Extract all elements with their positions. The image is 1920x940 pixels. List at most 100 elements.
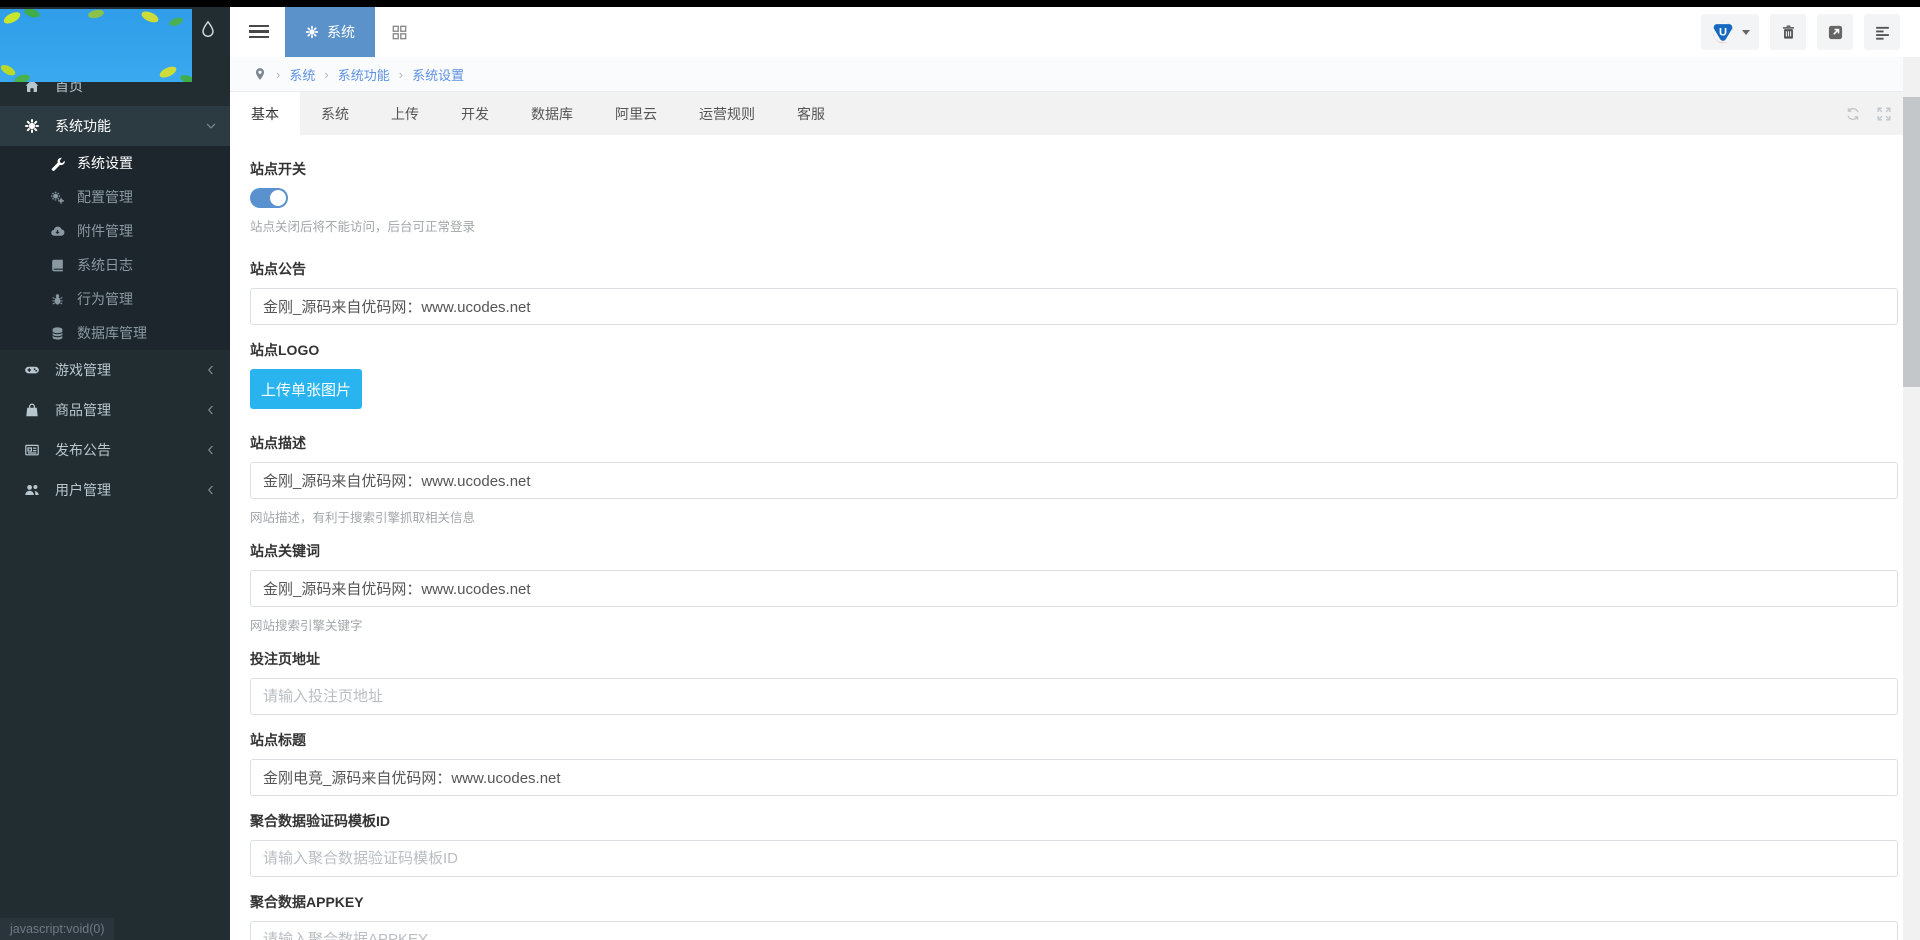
- field-label: 站点标题: [250, 732, 306, 748]
- field-label: 站点开关: [250, 161, 306, 177]
- field-label: 站点描述: [250, 435, 306, 451]
- field-label: 聚合数据APPKEY: [250, 894, 364, 910]
- site-logo-banner: [0, 9, 192, 82]
- refresh-icon[interactable]: [1845, 106, 1861, 122]
- tab-operation-rules[interactable]: 运营规则: [678, 92, 776, 136]
- field-juhe-appkey: 聚合数据APPKEY: [250, 892, 1898, 940]
- tab-system[interactable]: 系统: [300, 92, 370, 136]
- field-help: 网站搜索引擎关键字: [250, 619, 363, 633]
- open-window-button[interactable]: [1817, 14, 1853, 50]
- user-menu-button[interactable]: U: [1701, 14, 1759, 50]
- settings-form: 站点开关 站点关闭后将不能访问，后台可正常登录 站点公告 站点LOGO 上传单张…: [230, 135, 1903, 940]
- submenu-item-attachments[interactable]: 附件管理: [0, 214, 230, 248]
- submenu-item-system-settings[interactable]: 系统设置: [0, 146, 230, 180]
- submenu-item-database[interactable]: 数据库管理: [0, 316, 230, 350]
- topbar: 系统 U: [230, 7, 1920, 58]
- newspaper-icon: [24, 442, 40, 458]
- submenu-item-behavior[interactable]: 行为管理: [0, 282, 230, 316]
- toggle-knob: [270, 190, 286, 206]
- field-label: 站点关键词: [250, 543, 320, 559]
- breadcrumb-link-system-settings[interactable]: 系统设置: [412, 65, 464, 84]
- caret-down-icon: [1742, 29, 1750, 35]
- site-keywords-input[interactable]: [250, 570, 1898, 607]
- breadcrumb-separator: ›: [276, 66, 281, 82]
- breadcrumb: › 系统 › 系统功能 › 系统设置: [230, 57, 1920, 91]
- gear-icon: [24, 118, 40, 134]
- trash-icon: [1780, 24, 1797, 41]
- trash-button[interactable]: [1770, 14, 1806, 50]
- field-site-description: 站点描述 网站描述，有利于搜索引擎抓取相关信息: [250, 433, 1898, 526]
- vertical-scrollbar[interactable]: [1903, 57, 1920, 940]
- hamburger-icon[interactable]: [249, 22, 271, 41]
- sidebar-item-system-functions[interactable]: 系统功能: [0, 106, 230, 146]
- bet-page-url-input[interactable]: [250, 678, 1898, 715]
- sidebar-item-users[interactable]: 用户管理: [0, 470, 230, 510]
- site-switch-toggle[interactable]: [250, 188, 288, 208]
- breadcrumb-link-system-functions[interactable]: 系统功能: [338, 65, 390, 84]
- nav-list-icon: [1874, 24, 1891, 41]
- topbar-right-tools: U: [1701, 14, 1900, 50]
- sidebar: 首页 系统功能 系统设置 配置管理 附件管理 系统日志 行为管理 数据库管理 游…: [0, 7, 230, 940]
- shopping-bag-icon: [24, 402, 40, 418]
- submenu-item-config[interactable]: 配置管理: [0, 180, 230, 214]
- sidebar-item-products[interactable]: 商品管理: [0, 390, 230, 430]
- site-notice-input[interactable]: [250, 288, 1898, 325]
- field-label: 站点公告: [250, 261, 306, 277]
- chevron-left-icon: [204, 403, 218, 417]
- window-top-edge: [0, 0, 1920, 7]
- field-site-keywords: 站点关键词 网站搜索引擎关键字: [250, 541, 1898, 634]
- submenu-item-label: 系统设置: [77, 155, 133, 171]
- breadcrumb-separator: ›: [324, 66, 329, 82]
- submenu-item-label: 配置管理: [77, 189, 133, 205]
- tab-upload[interactable]: 上传: [370, 92, 440, 136]
- system-submenu: 系统设置 配置管理 附件管理 系统日志 行为管理 数据库管理: [0, 146, 230, 350]
- juhe-template-id-input[interactable]: [250, 840, 1898, 877]
- tab-tools: [1845, 106, 1892, 122]
- cogs-icon: [50, 190, 65, 205]
- sidebar-menu: 首页 系统功能 系统设置 配置管理 附件管理 系统日志 行为管理 数据库管理 游…: [0, 66, 230, 510]
- settings-tabs: 基本 系统 上传 开发 数据库 阿里云 运营规则 客服: [230, 91, 1920, 136]
- tab-database[interactable]: 数据库: [510, 92, 594, 136]
- nav-list-button[interactable]: [1864, 14, 1900, 50]
- tab-aliyun[interactable]: 阿里云: [594, 92, 678, 136]
- fullscreen-icon[interactable]: [1876, 106, 1892, 122]
- tab-basic[interactable]: 基本: [230, 92, 300, 136]
- tab-customer-service[interactable]: 客服: [776, 92, 846, 136]
- database-icon: [50, 326, 65, 341]
- topbar-tab-system[interactable]: 系统: [285, 7, 375, 57]
- submenu-item-label: 数据库管理: [77, 325, 147, 341]
- chevron-left-icon: [204, 443, 218, 457]
- field-site-logo: 站点LOGO 上传单张图片: [250, 340, 1898, 409]
- sidebar-header: [0, 7, 230, 82]
- upload-image-button[interactable]: 上传单张图片: [250, 369, 362, 409]
- sidebar-item-label: 用户管理: [55, 482, 111, 498]
- water-drop-icon[interactable]: [199, 20, 217, 38]
- juhe-appkey-input[interactable]: [250, 921, 1898, 940]
- book-icon: [50, 258, 65, 273]
- sidebar-item-label: 发布公告: [55, 442, 111, 458]
- field-help: 站点关闭后将不能访问，后台可正常登录: [250, 220, 476, 234]
- submenu-item-system-logs[interactable]: 系统日志: [0, 248, 230, 282]
- bug-icon: [50, 292, 65, 307]
- site-description-input[interactable]: [250, 462, 1898, 499]
- sidebar-item-games[interactable]: 游戏管理: [0, 350, 230, 390]
- sidebar-item-announcements[interactable]: 发布公告: [0, 430, 230, 470]
- breadcrumb-separator: ›: [398, 66, 404, 82]
- site-title-input[interactable]: [250, 759, 1898, 796]
- svg-text:U: U: [1719, 26, 1727, 38]
- field-site-notice: 站点公告: [250, 259, 1898, 325]
- user-logo: U: [1713, 21, 1733, 44]
- users-icon: [24, 482, 40, 498]
- topbar-tab-label: 系统: [327, 24, 355, 40]
- field-site-switch: 站点开关 站点关闭后将不能访问，后台可正常登录: [250, 159, 1898, 235]
- tab-develop[interactable]: 开发: [440, 92, 510, 136]
- field-label: 投注页地址: [250, 651, 320, 667]
- grid-icon[interactable]: [391, 24, 408, 41]
- scrollbar-thumb[interactable]: [1903, 97, 1920, 387]
- chevron-left-icon: [204, 483, 218, 497]
- sidebar-item-label: 系统功能: [55, 118, 111, 134]
- submenu-item-label: 系统日志: [77, 257, 133, 273]
- submenu-item-label: 附件管理: [77, 223, 133, 239]
- breadcrumb-link-system[interactable]: 系统: [289, 65, 315, 84]
- field-label: 聚合数据验证码模板ID: [250, 813, 390, 829]
